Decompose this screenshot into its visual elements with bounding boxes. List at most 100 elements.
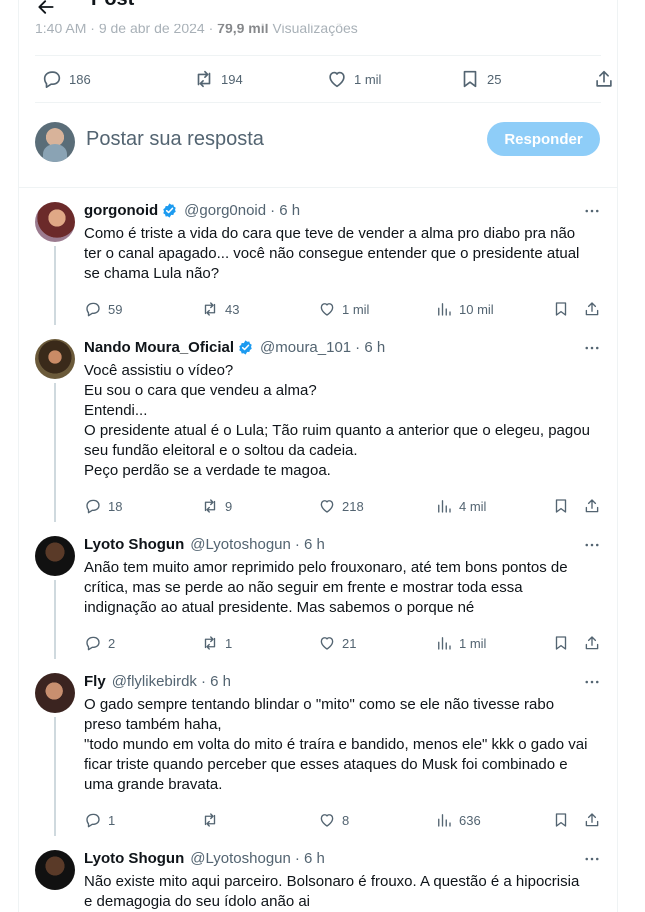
more-icon[interactable] bbox=[583, 673, 601, 691]
post-bookmark-button[interactable]: 25 bbox=[459, 68, 501, 90]
like-button[interactable]: 218 bbox=[318, 497, 364, 515]
post-like-button[interactable]: 1 mil bbox=[326, 68, 381, 90]
tweet-text-line: Entendi... bbox=[84, 402, 148, 419]
share-icon bbox=[585, 636, 599, 650]
reply-button[interactable]: 2 bbox=[84, 634, 115, 652]
like-button[interactable]: 21 bbox=[318, 634, 356, 652]
tweet-time[interactable]: · 6 h bbox=[355, 339, 385, 356]
tweet-text: O gado sempre tentando blindar o "mito" … bbox=[84, 695, 604, 795]
tweet-text-line: seu fundão eleitoral e o soltou da cadei… bbox=[84, 442, 358, 459]
author-handle[interactable]: @Lyotoshogun bbox=[190, 536, 291, 553]
more-icon[interactable] bbox=[583, 202, 601, 220]
share-button[interactable] bbox=[583, 497, 601, 515]
like-icon bbox=[320, 500, 334, 513]
share-button[interactable] bbox=[583, 300, 601, 318]
views-button[interactable]: 1 mil bbox=[435, 634, 486, 652]
bookmark-icon bbox=[555, 499, 567, 513]
author-name[interactable]: Nando Moura_Oficial bbox=[84, 339, 234, 356]
share-button[interactable] bbox=[583, 634, 601, 652]
tweet-time[interactable]: · 6 h bbox=[270, 202, 300, 219]
tweet-text-line: indignação ao atual presidente. Mas sabe… bbox=[84, 599, 475, 616]
views-button[interactable]: 10 mil bbox=[435, 300, 494, 318]
repost-button[interactable] bbox=[201, 811, 225, 829]
tweet-header: Nando Moura_Oficial @moura_101 · 6 h bbox=[84, 339, 385, 356]
tweet-text-line: se chama Lula não? bbox=[84, 265, 220, 282]
thread-line bbox=[54, 717, 56, 836]
post-repost-count: 194 bbox=[221, 71, 243, 87]
like-count: 218 bbox=[342, 498, 364, 514]
author-name[interactable]: gorgonoid bbox=[84, 202, 158, 219]
verified-icon bbox=[163, 203, 176, 218]
repost-button[interactable]: 9 bbox=[201, 497, 232, 515]
reply-count: 2 bbox=[108, 635, 116, 651]
views-button[interactable]: 4 mil bbox=[435, 497, 486, 515]
tweet-text-line: uma grande bravata. bbox=[84, 776, 223, 793]
views-count: 1 mil bbox=[459, 635, 487, 651]
tweet-text-line: O presidente atual é o Lula; Tão ruim qu… bbox=[84, 422, 590, 439]
tweet-action-bar: 18 9 218 4 mil bbox=[84, 497, 604, 517]
post-repost-button[interactable]: 194 bbox=[193, 68, 243, 90]
avatar[interactable] bbox=[35, 202, 75, 242]
author-handle[interactable]: @gorg0noid bbox=[184, 202, 266, 219]
reply-tweet[interactable]: Lyoto Shogun @Lyotoshogun · 6 h Não exis… bbox=[19, 836, 617, 912]
page-title: Post bbox=[91, 0, 134, 10]
bookmark-button[interactable] bbox=[552, 811, 570, 829]
author-name[interactable]: Lyoto Shogun bbox=[84, 850, 184, 867]
views-icon bbox=[438, 814, 451, 827]
tweet-time[interactable]: · 6 h bbox=[295, 536, 325, 553]
repost-count: 9 bbox=[225, 498, 233, 514]
more-icon[interactable] bbox=[583, 339, 601, 357]
like-button[interactable]: 1 mil bbox=[318, 300, 369, 318]
post-like-count: 1 mil bbox=[354, 71, 382, 87]
avatar[interactable] bbox=[35, 850, 75, 890]
tweet-time[interactable]: · 6 h bbox=[295, 850, 325, 867]
reply-tweet[interactable]: gorgonoid @gorg0noid · 6 h Como é triste… bbox=[19, 188, 617, 325]
more-icon[interactable] bbox=[583, 536, 601, 554]
author-name[interactable]: Fly bbox=[84, 673, 106, 690]
tweet-action-bar: 1 8 636 bbox=[84, 811, 604, 831]
bookmark-button[interactable] bbox=[552, 300, 570, 318]
reply-tweet[interactable]: Fly @flylikebirdk · 6 h O gado sempre te… bbox=[19, 659, 617, 836]
like-icon bbox=[320, 303, 334, 316]
back-button[interactable] bbox=[35, 0, 57, 18]
repost-button[interactable]: 1 bbox=[201, 634, 232, 652]
tweet-text-line: ter o canal apagado... você não consegue… bbox=[84, 245, 580, 262]
reply-input[interactable]: Postar sua resposta bbox=[86, 128, 264, 151]
bookmark-icon bbox=[555, 302, 567, 316]
author-name[interactable]: Lyoto Shogun bbox=[84, 536, 184, 553]
avatar[interactable] bbox=[35, 536, 75, 576]
author-handle[interactable]: @Lyotoshogun bbox=[190, 850, 291, 867]
reply-button[interactable]: 59 bbox=[84, 300, 122, 318]
tweet-text-line: preso também haha, bbox=[84, 716, 222, 733]
post-reply-button[interactable]: 186 bbox=[41, 68, 91, 90]
avatar[interactable] bbox=[35, 122, 75, 162]
bookmark-icon bbox=[555, 636, 567, 650]
bookmark-button[interactable] bbox=[552, 497, 570, 515]
reply-button[interactable]: 1 bbox=[84, 811, 115, 829]
like-button[interactable]: 8 bbox=[318, 811, 349, 829]
bookmark-button[interactable] bbox=[552, 634, 570, 652]
author-handle[interactable]: @flylikebirdk bbox=[112, 673, 197, 690]
reply-tweet[interactable]: Lyoto Shogun @Lyotoshogun · 6 h Anão tem… bbox=[19, 522, 617, 659]
reply-tweet[interactable]: Nando Moura_Oficial @moura_101 · 6 h Voc… bbox=[19, 325, 617, 522]
more-icon[interactable] bbox=[583, 850, 601, 868]
post-share-button[interactable] bbox=[593, 68, 615, 90]
author-handle[interactable]: @moura_101 bbox=[260, 339, 351, 356]
tweet-header: Lyoto Shogun @Lyotoshogun · 6 h bbox=[84, 536, 325, 553]
avatar[interactable] bbox=[35, 673, 75, 713]
tweet-time[interactable]: · 6 h bbox=[201, 673, 231, 690]
reply-button[interactable]: 18 bbox=[84, 497, 122, 515]
post-reply-count: 186 bbox=[69, 71, 91, 87]
repost-icon bbox=[204, 636, 216, 650]
repost-icon bbox=[197, 70, 211, 88]
tweet-text-line: "todo mundo em volta do mito é traíra e … bbox=[84, 736, 588, 753]
share-button[interactable] bbox=[583, 811, 601, 829]
reply-button[interactable]: Responder bbox=[487, 122, 600, 156]
post-action-bar: 186 194 1 mil 25 bbox=[35, 55, 612, 103]
avatar[interactable] bbox=[35, 339, 75, 379]
tweet-header: Fly @flylikebirdk · 6 h bbox=[84, 673, 231, 690]
repost-button[interactable]: 43 bbox=[201, 300, 239, 318]
views-icon bbox=[438, 500, 451, 513]
tweet-text-line: crítica, mas se perde ao não seguir em f… bbox=[84, 579, 523, 596]
views-button[interactable]: 636 bbox=[435, 811, 481, 829]
